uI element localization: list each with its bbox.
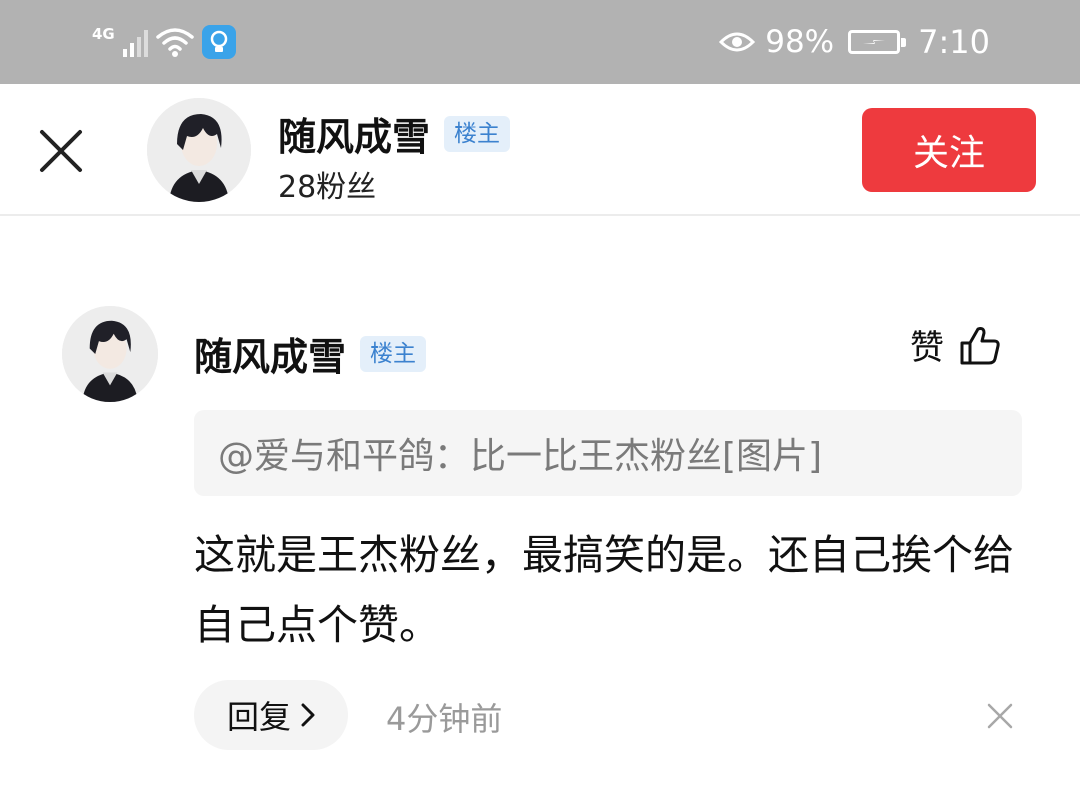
- signal-icon: [122, 27, 148, 57]
- close-icon[interactable]: [986, 702, 1014, 730]
- reply-label: 回复: [226, 698, 291, 736]
- comment-timestamp: 4分钟前: [386, 700, 503, 738]
- author-name-row: 随风成雪 楼主: [278, 106, 511, 161]
- status-right: 98% 7:10: [719, 22, 990, 62]
- op-badge: 楼主: [360, 335, 427, 372]
- commenter-name[interactable]: 随风成雪: [194, 326, 346, 381]
- follow-button[interactable]: 关注: [862, 108, 1036, 192]
- post-author-header: 随风成雪 楼主 28粉丝 关注: [0, 84, 1080, 216]
- reply-button[interactable]: 回复: [194, 680, 348, 750]
- quoted-reply[interactable]: @爱与和平鸽：比一比王杰粉丝[图片]: [194, 410, 1022, 496]
- commenter-avatar[interactable]: [62, 306, 158, 402]
- like-button[interactable]: 赞: [910, 320, 1002, 369]
- status-bar: 4G 98% 7:10: [0, 0, 1080, 84]
- op-badge: 楼主: [444, 115, 511, 152]
- close-icon[interactable]: [36, 126, 86, 176]
- author-name[interactable]: 随风成雪: [278, 106, 430, 161]
- clock: 7:10: [918, 23, 990, 61]
- wifi-icon: [156, 28, 194, 57]
- eye-icon: [719, 32, 756, 52]
- network-type: 4G: [92, 25, 115, 43]
- bulb-app-icon: [201, 25, 236, 59]
- comment-item: 随风成雪 楼主 赞 @爱与和平鸽：比一比王杰粉丝[图片] 这就是王杰粉丝，最搞笑…: [0, 216, 1080, 804]
- author-avatar[interactable]: [147, 98, 251, 202]
- status-left: 4G: [92, 22, 236, 62]
- comment-body: 这就是王杰粉丝，最搞笑的是。还自己挨个给自己点个赞。: [194, 531, 1014, 649]
- battery-icon: [848, 30, 907, 54]
- battery-percent: 98%: [765, 24, 835, 60]
- thumbs-up-icon: [960, 326, 1000, 364]
- fans-count: 28粉丝: [278, 170, 377, 205]
- commenter-name-row: 随风成雪 楼主: [194, 326, 427, 381]
- chevron-right-icon: [301, 703, 315, 727]
- like-label: 赞: [910, 328, 944, 368]
